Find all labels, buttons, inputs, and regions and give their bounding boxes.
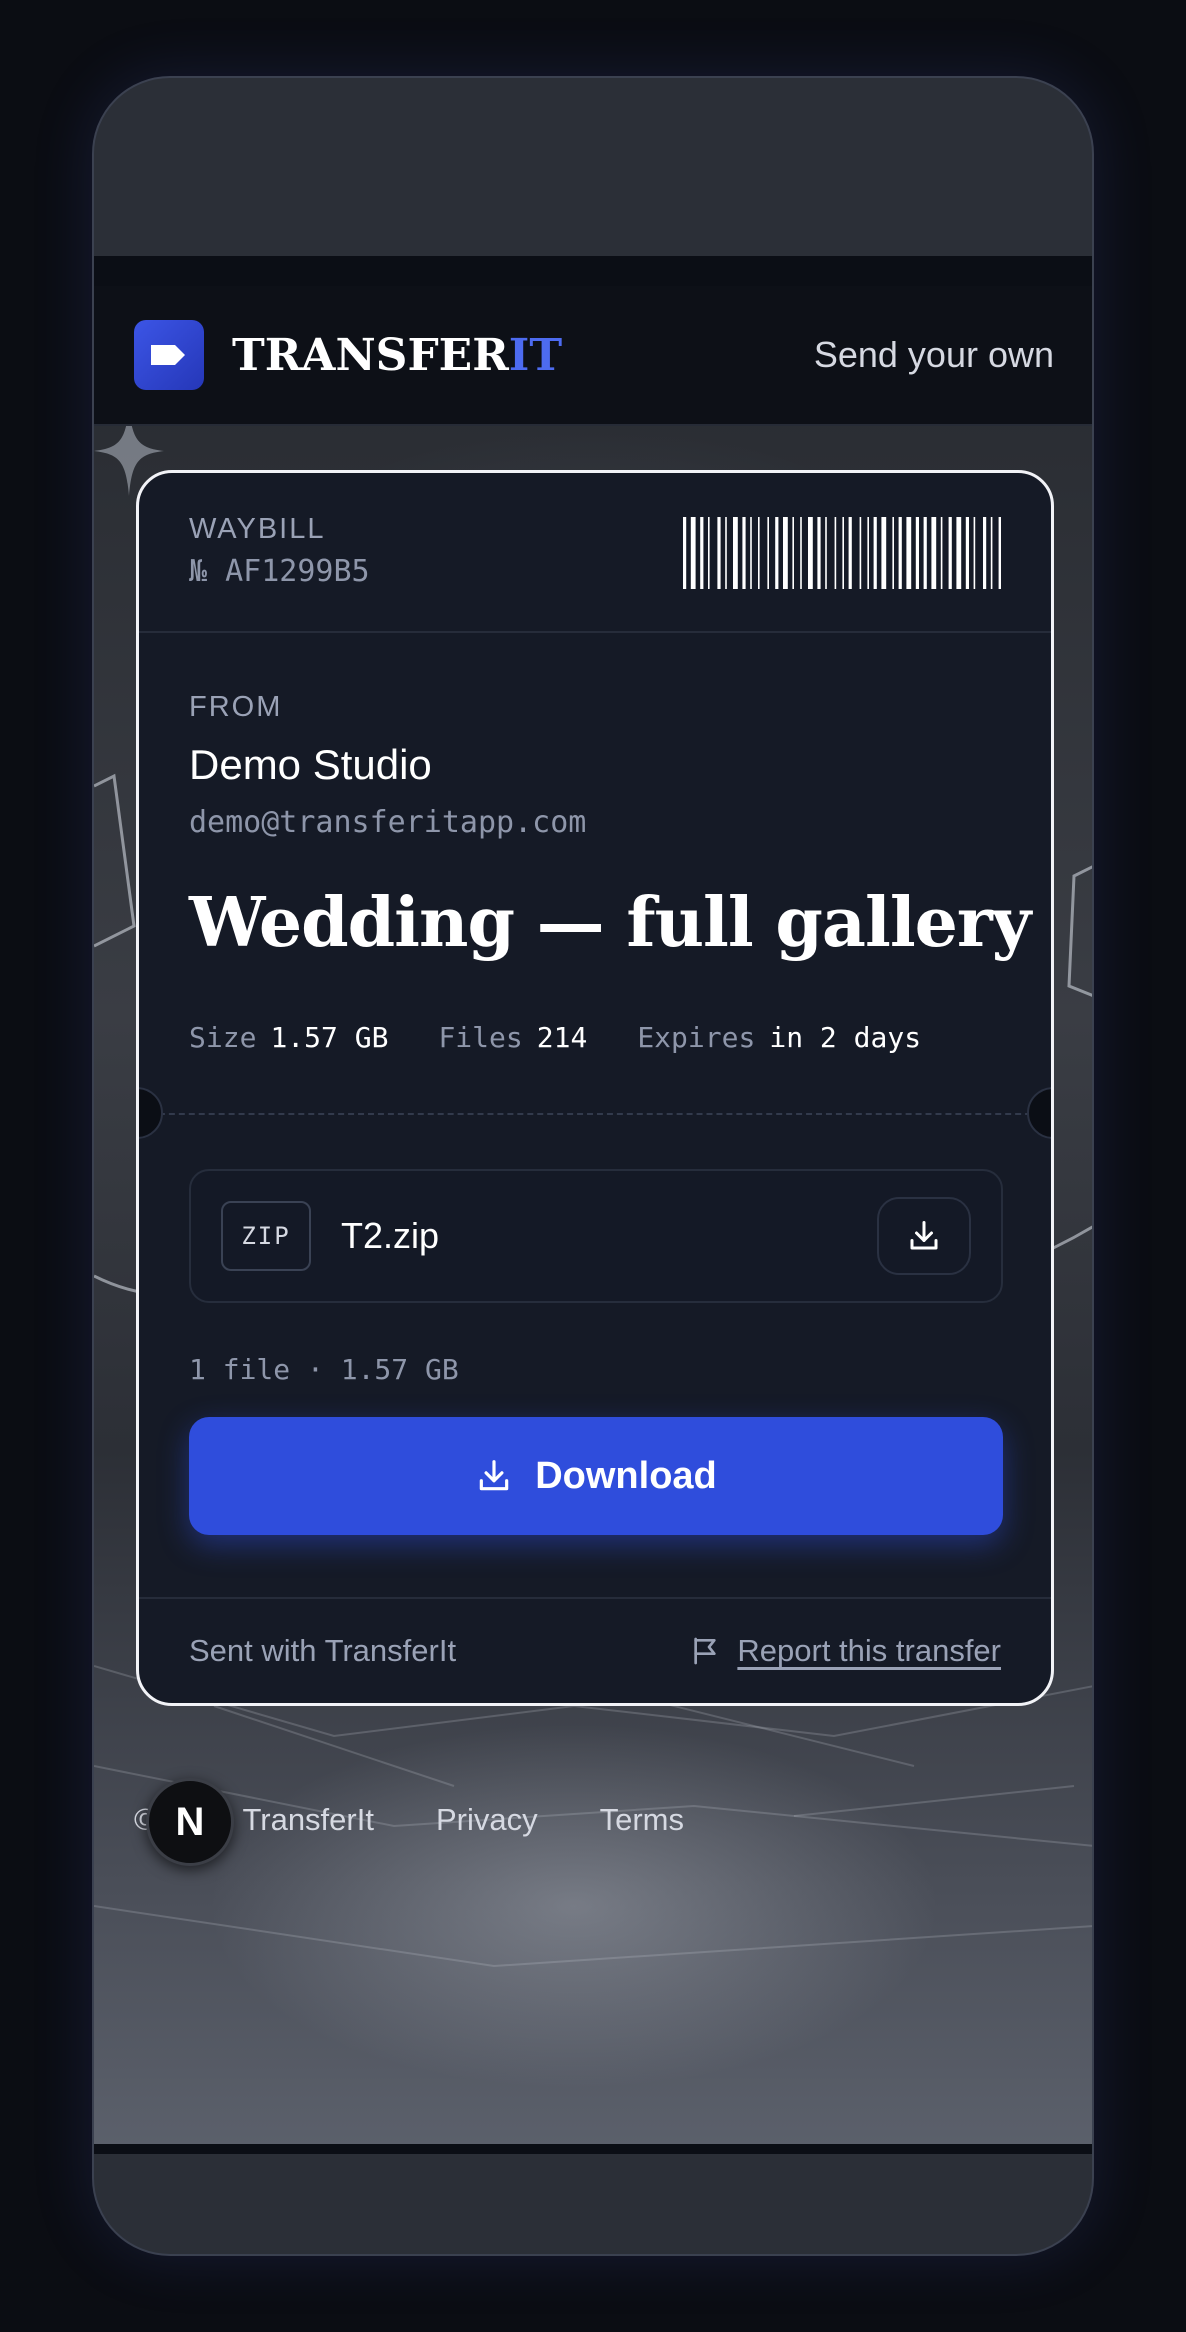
phone-frame: TRANSFERIT Send your own WAYBILL № AF129… <box>92 76 1094 2256</box>
terms-link[interactable]: Terms <box>600 1802 684 1838</box>
flag-icon <box>694 1637 717 1665</box>
meta-files-value: 214 <box>536 1021 588 1054</box>
ticket-notch-right <box>1027 1087 1051 1139</box>
meta-size-value: 1.57 GB <box>270 1021 389 1054</box>
transfer-title: Wedding — full gallery <box>189 883 1031 963</box>
meta-size-key: Size <box>189 1021 257 1054</box>
meta-files-key: Files <box>438 1021 523 1054</box>
barcode <box>683 517 1001 589</box>
sender-email: demo@transferitapp.com <box>189 805 587 840</box>
sender-name: Demo Studio <box>189 741 432 788</box>
file-row[interactable]: ZIP T2.zip <box>189 1169 1003 1303</box>
tag-icon <box>151 345 185 365</box>
brand-logo[interactable] <box>134 320 204 390</box>
report-transfer-link[interactable]: Report this transfer <box>689 1633 1001 1669</box>
ticket-perforation <box>139 1113 1051 1115</box>
bottom-strip <box>94 2144 1092 2154</box>
send-your-own-link[interactable]: Send your own <box>814 334 1054 376</box>
waybill-header: WAYBILL № AF1299B5 <box>139 473 1051 633</box>
dev-tools-badge[interactable]: N <box>146 1778 234 1866</box>
download-button-label: Download <box>535 1454 717 1497</box>
download-icon <box>479 1460 509 1491</box>
meta-expires: Expires in 2 days <box>637 1021 921 1054</box>
file-summary: 1 file · 1.57 GB <box>189 1353 459 1386</box>
privacy-link[interactable]: Privacy <box>436 1802 538 1838</box>
brand-wordmark[interactable]: TRANSFERIT <box>232 330 562 381</box>
ticket-notch-left <box>139 1087 163 1139</box>
meta-expires-value: in 2 days <box>769 1021 922 1054</box>
report-transfer-label: Report this transfer <box>737 1633 1001 1668</box>
zip-file-icon: ZIP <box>221 1201 311 1271</box>
meta-size: Size 1.57 GB <box>189 1021 388 1054</box>
top-bar: TRANSFERIT Send your own <box>94 286 1092 426</box>
transfer-meta: Size 1.57 GB Files 214 Expires in 2 days <box>189 1021 971 1054</box>
download-button[interactable]: Download <box>189 1417 1003 1535</box>
from-label: FROM <box>189 691 283 723</box>
card-footer: Sent with TransferIt Report this transfe… <box>139 1597 1051 1703</box>
meta-expires-key: Expires <box>637 1021 756 1054</box>
sent-with-text: Sent with TransferIt <box>189 1633 457 1668</box>
file-download-button[interactable] <box>877 1197 971 1275</box>
app-screen: TRANSFERIT Send your own WAYBILL № AF129… <box>94 256 1092 2154</box>
transfer-card: WAYBILL № AF1299B5 FROM Demo Studio demo… <box>136 470 1054 1706</box>
file-name: T2.zip <box>341 1215 440 1256</box>
meta-files: Files 214 <box>438 1021 587 1054</box>
brand-wordmark-main: TRANSFER <box>232 329 509 381</box>
download-icon <box>910 1221 938 1250</box>
brand-wordmark-accent: IT <box>508 329 563 381</box>
